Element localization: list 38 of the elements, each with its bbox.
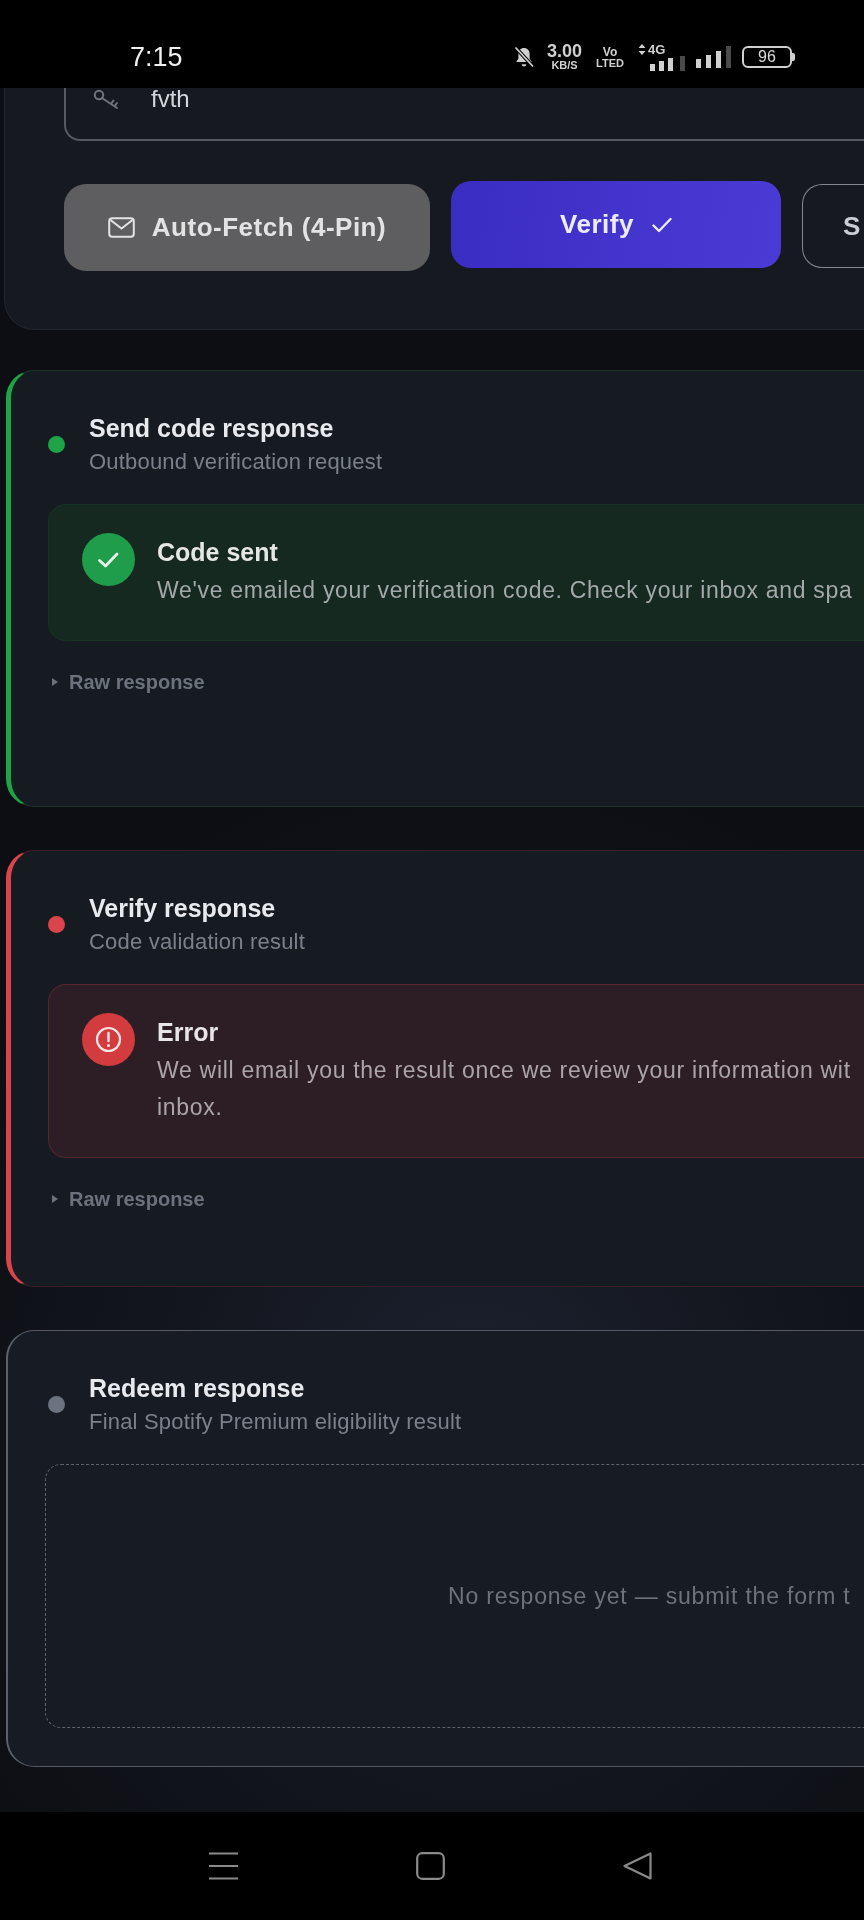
caret-icon — [52, 678, 58, 686]
outline-button[interactable]: S — [802, 184, 864, 268]
error-circle-icon — [82, 1013, 135, 1066]
signal-icon — [650, 55, 685, 71]
battery-indicator: 96 — [742, 46, 795, 68]
alert-message: We will email you the result once we review your information wit inbox. — [157, 1056, 851, 1122]
alert-heading: Error — [157, 1017, 219, 1048]
mail-icon — [107, 217, 135, 238]
card-title: Redeem response — [89, 1373, 305, 1403]
signal-icon — [696, 46, 731, 68]
card-subtitle: Final Spotify Premium eligibility result — [89, 1409, 462, 1435]
network-type: 4G — [648, 43, 666, 55]
auto-fetch-button[interactable]: Auto-Fetch (4-Pin) — [64, 184, 430, 271]
verify-button[interactable]: Verify — [451, 181, 781, 268]
back-icon[interactable] — [623, 1852, 652, 1880]
home-square-icon[interactable] — [416, 1852, 445, 1880]
data-arrows-icon — [638, 43, 646, 55]
network-speed: 3.00 — [547, 43, 583, 60]
speed-unit: KB/S — [551, 60, 578, 71]
alert-message: We've emailed your verification code. Check your inbox and spa — [157, 576, 853, 605]
volte-label: Vo — [602, 45, 618, 58]
alert-heading: Code sent — [157, 537, 278, 568]
card-title: Send code response — [89, 413, 334, 443]
raw-response-toggle[interactable]: Raw response — [52, 669, 205, 695]
raw-response-toggle[interactable]: Raw response — [52, 1186, 205, 1212]
card-subtitle: Code validation result — [89, 929, 305, 955]
menu-icon[interactable] — [209, 1852, 238, 1880]
empty-message: No response yet — submit the form t — [448, 1582, 851, 1610]
card-subtitle: Outbound verification request — [89, 449, 383, 475]
code-field[interactable]: fvth — [64, 88, 864, 141]
bell-muted-icon — [512, 45, 537, 69]
card-title: Verify response — [89, 893, 276, 923]
check-circle-icon — [82, 533, 135, 586]
status-time: 7:15 — [130, 41, 183, 73]
key-icon — [93, 89, 121, 110]
caret-icon — [52, 1195, 58, 1203]
volte-label: LTED — [596, 57, 624, 69]
check-icon — [651, 216, 672, 233]
